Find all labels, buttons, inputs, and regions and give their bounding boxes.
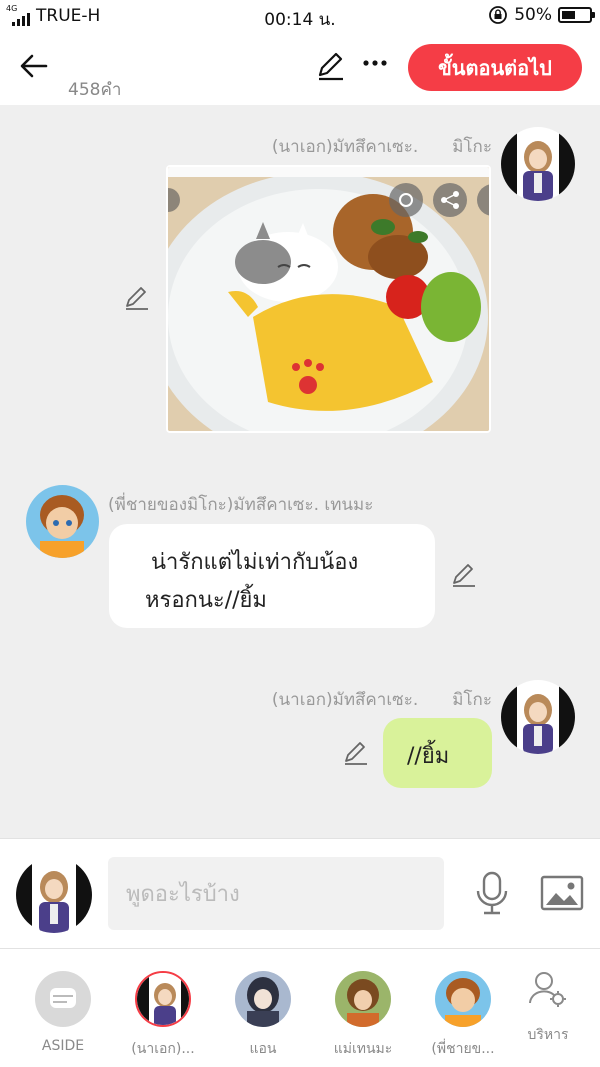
miko-portrait-icon [16,857,92,933]
battery-level [562,11,575,19]
character-an[interactable]: แอน [215,969,311,1059]
tenma-portrait-icon [26,485,99,558]
message-text-line-1: น่ารักแต่ไม่เท่ากับน้อง [151,550,359,575]
mother-portrait-icon [335,971,391,1027]
message-text: //ยิ้ม [407,744,450,769]
character-label: แม่เทนมะ [333,1041,393,1057]
miko-portrait-icon [501,127,575,201]
character-tenma-mother[interactable]: แม่เทนมะ [315,969,411,1059]
more-options-icon[interactable] [360,48,390,78]
edit-pencil-icon[interactable] [315,50,347,82]
sender-name: (นาเอก)มัทสึคาเซะ. มิโกะ [271,137,492,157]
manage-label: บริหาร [527,1027,569,1043]
chat-area[interactable]: (นาเอก)มัทสึคาเซะ. มิโกะ (พี่ชายของมิโกะ… [0,105,600,838]
food-photo [168,167,489,431]
character-avatar [235,971,291,1027]
avatar-miko[interactable] [501,127,575,201]
current-character-avatar[interactable] [16,857,92,933]
word-count: 458คำ [68,80,122,100]
top-bar: 458คำ ขั้นตอนต่อไป [0,32,600,105]
my-message-bubble[interactable]: //ยิ้ม [383,718,492,788]
sender-name: (นาเอก)มัทสึคาเซะ. มิโกะ [271,690,492,710]
miko-portrait-icon [137,973,189,1025]
edit-message-icon[interactable] [450,561,478,589]
rotation-lock-icon [489,6,508,24]
shared-photo[interactable] [166,165,491,433]
battery-icon [558,7,595,23]
character-label: (นาเอก)... [131,1041,195,1057]
message-input[interactable]: พูดอะไรบ้าง [108,857,444,930]
user-settings-icon [529,972,566,1007]
edit-message-icon[interactable] [123,284,151,312]
back-arrow-icon[interactable] [16,48,52,84]
character-miko[interactable]: (นาเอก)... [115,969,211,1059]
status-right: 50% [488,5,595,25]
battery-percent: 50% [514,5,552,25]
sender-name: (พี่ชายของมิโกะ)มัทสึคาเซะ. เทนมะ [108,495,374,515]
image-upload-icon[interactable] [540,873,584,913]
character-avatar [335,971,391,1027]
character-avatar [435,971,491,1027]
avatar-tenma[interactable] [26,485,99,558]
character-avatar [135,971,191,1027]
next-step-button[interactable]: ขั้นตอนต่อไป [408,44,582,91]
tenma-portrait-icon [435,971,491,1027]
character-label: (พี่ชายข... [431,1041,495,1057]
character-label: แอน [249,1041,277,1057]
edit-message-icon[interactable] [342,739,370,767]
microphone-icon[interactable] [472,871,512,915]
avatar-miko[interactable] [501,680,575,754]
character-label: ASIDE [41,1038,85,1054]
character-aside[interactable]: ASIDE [15,969,111,1059]
character-bar: ASIDE (นาเอก)... แอน แม่เทนมะ (พี่ชายข..… [0,948,600,1067]
character-tenma[interactable]: (พี่ชายข... [415,969,511,1059]
an-portrait-icon [235,971,291,1027]
manage-characters-button[interactable]: บริหาร [522,969,574,1043]
composer: พูดอะไรบ้าง [0,838,600,948]
aside-lines-icon [53,995,73,1003]
miko-portrait-icon [501,680,575,754]
status-bar: 4G TRUE-H 00:14 น. 50% [0,0,600,32]
message-bubble[interactable]: น่ารักแต่ไม่เท่ากับน้อง หรอกนะ//ยิ้ม [109,524,435,628]
message-text-line-2: หรอกนะ//ยิ้ม [145,588,267,613]
